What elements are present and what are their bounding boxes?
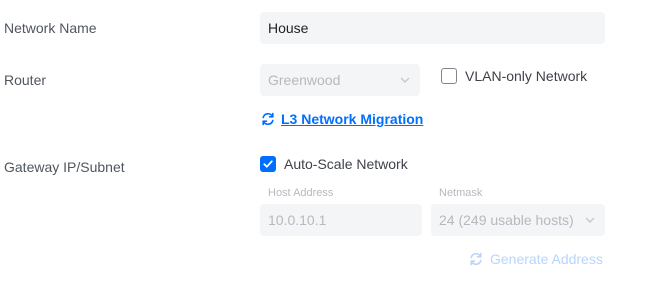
generate-address-label: Generate Address [490, 251, 603, 267]
host-address-input[interactable]: 10.0.10.1 [260, 204, 422, 236]
vlan-only-checkbox[interactable] [441, 68, 457, 84]
network-name-input[interactable]: House [260, 12, 605, 44]
netmask-select[interactable]: 24 (249 usable hosts) [431, 204, 605, 236]
chevron-down-icon [400, 77, 410, 83]
network-name-label: Network Name [4, 20, 97, 36]
l3-migration-link-text: L3 Network Migration [281, 111, 424, 127]
host-address-label: Host Address [268, 187, 334, 199]
network-name-value: House [268, 20, 309, 36]
chevron-down-icon [585, 217, 595, 223]
auto-scale-label[interactable]: Auto-Scale Network [284, 156, 408, 172]
auto-scale-checkbox[interactable] [260, 156, 276, 172]
router-select[interactable]: Greenwood [260, 64, 420, 96]
netmask-select-value: 24 (249 usable hosts) [439, 212, 574, 228]
netmask-label: Netmask [439, 187, 483, 199]
check-icon [263, 160, 273, 168]
refresh-icon [470, 252, 482, 266]
gateway-label: Gateway IP/Subnet [4, 159, 125, 175]
vlan-only-label[interactable]: VLAN-only Network [465, 68, 587, 84]
refresh-icon [262, 112, 274, 126]
generate-address-button[interactable]: Generate Address [468, 251, 603, 267]
l3-migration-link[interactable]: L3 Network Migration [260, 111, 423, 127]
network-settings-form: Network Name House Router Greenwood VLAN… [0, 0, 649, 296]
router-label: Router [4, 72, 47, 88]
host-address-value: 10.0.10.1 [268, 212, 327, 228]
router-select-value: Greenwood [268, 72, 341, 88]
